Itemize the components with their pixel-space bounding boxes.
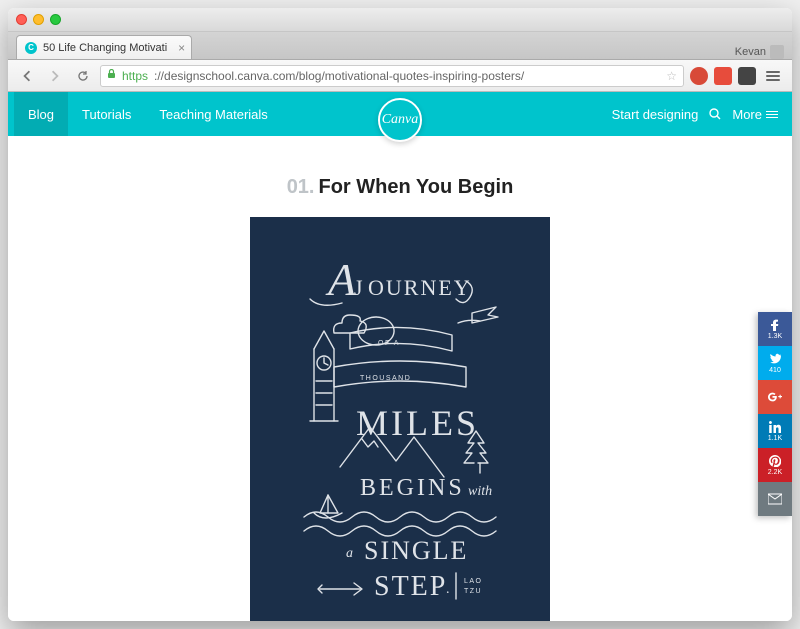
tab-title: 50 Life Changing Motivati: [43, 42, 167, 54]
forward-button[interactable]: [44, 65, 66, 87]
browser-window: C 50 Life Changing Motivati × Kevan http…: [8, 8, 792, 621]
lock-icon: [107, 69, 116, 82]
twitter-icon: [769, 353, 781, 365]
site-header: Blog Tutorials Teaching Materials Canva …: [8, 92, 792, 136]
bookmark-star-icon[interactable]: ☆: [666, 69, 677, 83]
back-button[interactable]: [16, 65, 38, 87]
nav-item-teaching-materials[interactable]: Teaching Materials: [145, 92, 281, 136]
more-label: More: [732, 107, 762, 122]
poster-image: .ln{stroke:#dfe3e8;stroke-width:1.4;fill…: [250, 217, 550, 621]
share-facebook-button[interactable]: 1.3K: [758, 312, 792, 346]
nav-label: Blog: [28, 107, 54, 122]
nav-label: Teaching Materials: [159, 107, 267, 122]
browser-toolbar: https ://designschool.canva.com/blog/mot…: [8, 60, 792, 92]
svg-text:with: with: [468, 484, 492, 499]
email-icon: [768, 493, 782, 505]
svg-text:LAO: LAO: [464, 578, 483, 585]
browser-tabbar: C 50 Life Changing Motivati × Kevan: [8, 32, 792, 60]
svg-text:TZU: TZU: [464, 588, 482, 595]
share-count: 1.1K: [768, 435, 782, 442]
favicon-icon: C: [25, 42, 37, 54]
svg-text:a: a: [346, 546, 353, 561]
profile-name: Kevan: [735, 46, 766, 58]
share-count: 2.2K: [768, 469, 782, 476]
share-email-button[interactable]: [758, 482, 792, 516]
googleplus-icon: [768, 391, 782, 403]
nav-label: Tutorials: [82, 107, 131, 122]
extension-icon[interactable]: [738, 67, 756, 85]
svg-text:.: .: [446, 582, 450, 597]
svg-text:SINGLE: SINGLE: [364, 536, 468, 565]
svg-text:BEGINS: BEGINS: [360, 475, 465, 501]
start-designing-link[interactable]: Start designing: [612, 107, 699, 122]
profile-avatar-icon: [770, 45, 784, 59]
extension-icons: [690, 67, 756, 85]
browser-menu-button[interactable]: [762, 71, 784, 81]
extension-icon[interactable]: [714, 67, 732, 85]
svg-text:J: J: [354, 275, 365, 300]
url-protocol: https: [122, 69, 148, 83]
nav-item-tutorials[interactable]: Tutorials: [68, 92, 145, 136]
svg-text:THOUSAND: THOUSAND: [360, 375, 411, 382]
heading-title: For When You Begin: [319, 176, 514, 198]
search-icon[interactable]: [708, 107, 722, 121]
more-menu[interactable]: More: [732, 107, 778, 122]
site-nav-right: Start designing More: [612, 92, 792, 136]
heading-number: 01.: [287, 176, 315, 198]
svg-text:OF A: OF A: [378, 340, 400, 347]
window-titlebar: [8, 8, 792, 32]
maximize-window-button[interactable]: [50, 14, 61, 25]
address-bar[interactable]: https ://designschool.canva.com/blog/mot…: [100, 65, 684, 87]
facebook-icon: [769, 319, 781, 331]
section-heading: 01.For When You Begin: [287, 176, 514, 199]
browser-tab[interactable]: C 50 Life Changing Motivati ×: [16, 35, 192, 59]
browser-profile[interactable]: Kevan: [735, 45, 784, 59]
tab-close-icon[interactable]: ×: [178, 41, 185, 55]
share-twitter-button[interactable]: 410: [758, 346, 792, 380]
pinterest-icon: [769, 455, 781, 467]
svg-text:A: A: [325, 254, 357, 305]
svg-text:MILES: MILES: [356, 403, 479, 443]
window-controls: [16, 14, 61, 25]
link-label: Start designing: [612, 107, 699, 122]
logo-text: Canva: [382, 112, 419, 128]
share-count: 1.3K: [768, 333, 782, 340]
linkedin-icon: [769, 421, 781, 433]
svg-text:STEP: STEP: [374, 571, 447, 602]
site-nav-left: Blog Tutorials Teaching Materials: [8, 92, 282, 136]
share-pinterest-button[interactable]: 2.2K: [758, 448, 792, 482]
nav-item-blog[interactable]: Blog: [14, 92, 68, 136]
share-googleplus-button[interactable]: [758, 380, 792, 414]
article-content: 01.For When You Begin .ln{stroke:#dfe3e8…: [8, 136, 792, 621]
share-linkedin-button[interactable]: 1.1K: [758, 414, 792, 448]
share-sidebar: 1.3K 410 1.1K 2.2K: [758, 312, 792, 516]
url-path: ://designschool.canva.com/blog/motivatio…: [154, 69, 524, 83]
close-window-button[interactable]: [16, 14, 27, 25]
page-viewport: Blog Tutorials Teaching Materials Canva …: [8, 92, 792, 621]
site-logo[interactable]: Canva: [378, 98, 422, 142]
share-count: 410: [769, 367, 781, 374]
extension-icon[interactable]: [690, 67, 708, 85]
reload-button[interactable]: [72, 65, 94, 87]
minimize-window-button[interactable]: [33, 14, 44, 25]
logo-circle: Canva: [378, 98, 422, 142]
svg-text:OURNEY: OURNEY: [368, 275, 472, 300]
hamburger-icon: [766, 111, 778, 118]
